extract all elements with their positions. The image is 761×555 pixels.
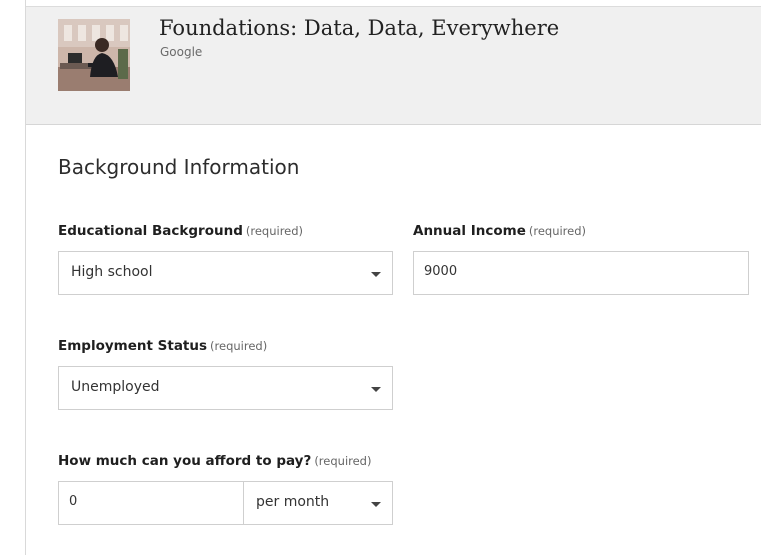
education-label: Educational Background (required) (58, 223, 303, 239)
course-title: Foundations: Data, Data, Everywhere (159, 16, 560, 40)
left-margin (0, 0, 26, 555)
section-title: Background Information (58, 155, 300, 179)
afford-label-text: How much can you afford to pay? (58, 453, 312, 469)
chevron-down-icon (371, 387, 381, 392)
required-tag: (required) (314, 454, 372, 468)
education-select[interactable]: High school (58, 251, 393, 295)
employment-label: Employment Status (required) (58, 338, 267, 354)
annual-income-input[interactable]: 9000 (413, 251, 749, 295)
income-label-text: Annual Income (413, 223, 526, 239)
income-label: Annual Income (required) (413, 223, 586, 239)
afford-amount-value: 0 (69, 494, 78, 509)
payment-period-value: per month (256, 494, 330, 510)
education-select-value: High school (71, 264, 153, 280)
afford-label: How much can you afford to pay? (required… (58, 453, 371, 469)
employment-select-value: Unemployed (71, 379, 160, 395)
required-tag: (required) (245, 224, 304, 238)
chevron-down-icon (371, 272, 381, 277)
annual-income-value: 9000 (424, 264, 458, 279)
education-label-text: Educational Background (58, 223, 243, 239)
chevron-down-icon (371, 502, 381, 507)
course-thumbnail (58, 19, 130, 91)
payment-period-select[interactable]: per month (243, 481, 393, 525)
required-tag: (required) (210, 339, 268, 353)
afford-amount-input[interactable]: 0 (58, 481, 244, 525)
required-tag: (required) (528, 224, 587, 238)
employment-label-text: Employment Status (58, 338, 208, 354)
employment-select[interactable]: Unemployed (58, 366, 393, 410)
financial-aid-page: Foundations: Data, Data, Everywhere Goog… (0, 0, 761, 555)
course-provider: Google (160, 45, 203, 59)
course-header: Foundations: Data, Data, Everywhere Goog… (26, 6, 761, 125)
